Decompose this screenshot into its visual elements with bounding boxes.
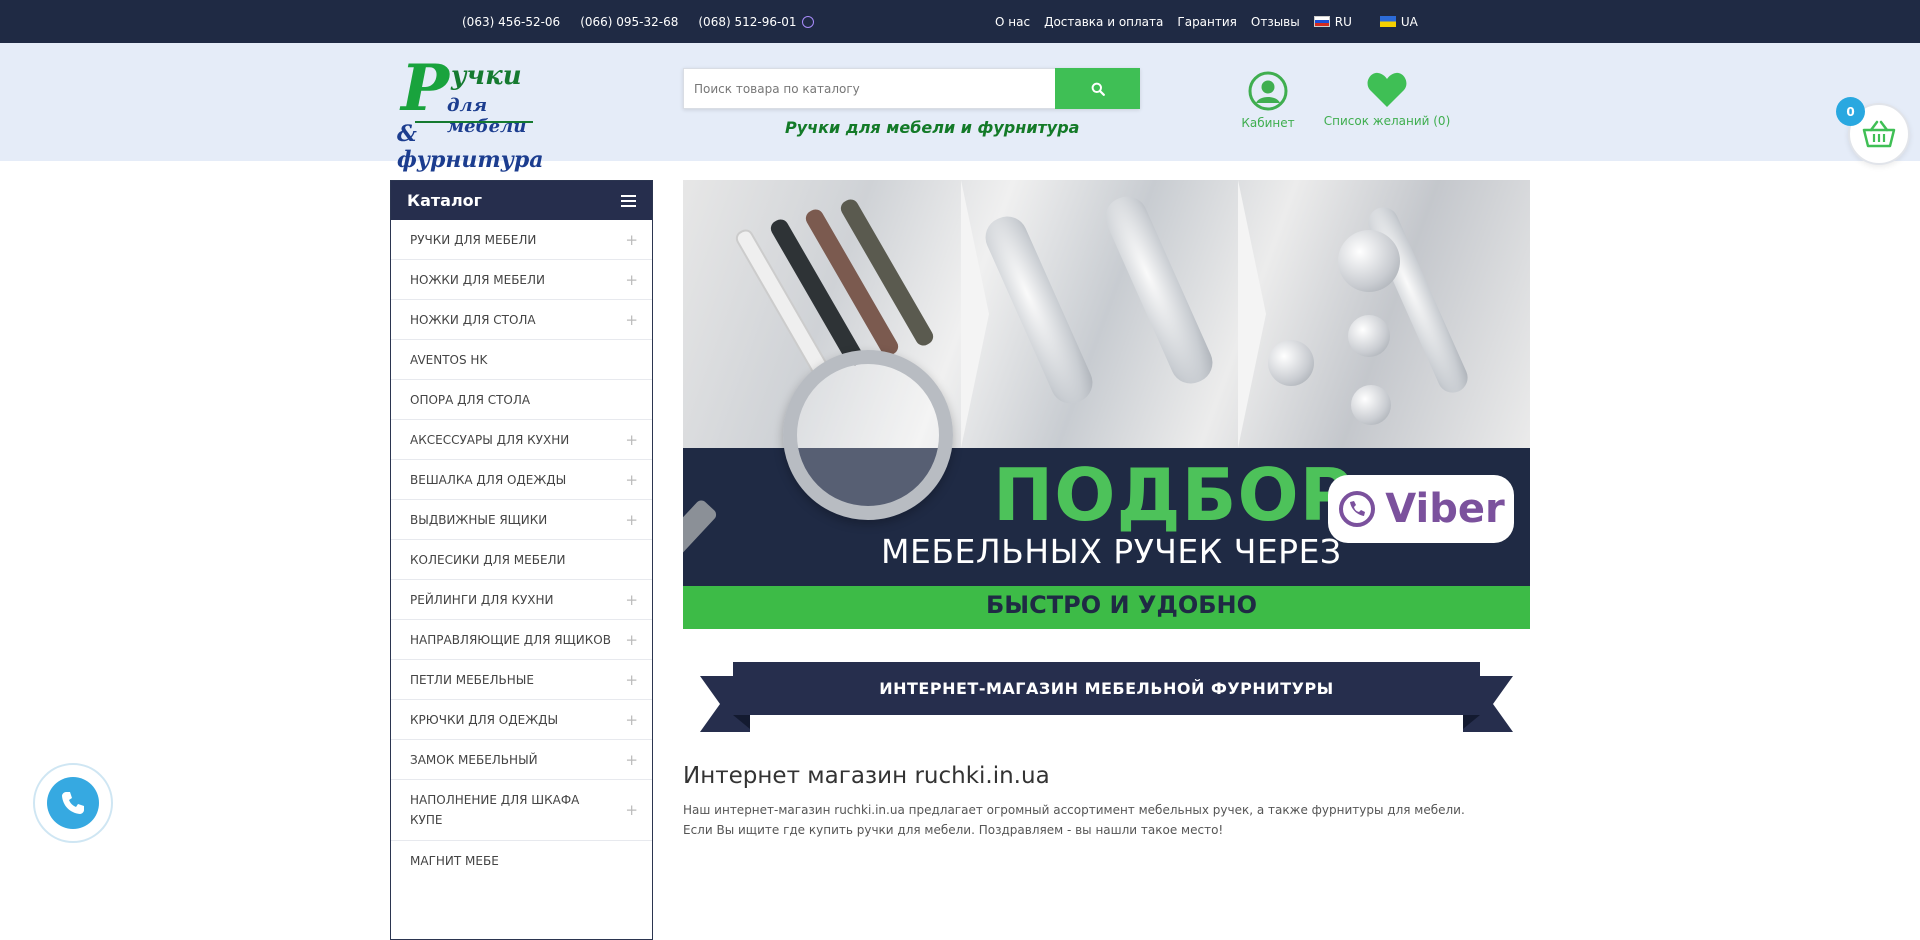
chevron-divider (1238, 180, 1266, 448)
search-form (683, 68, 1140, 109)
content-title: Интернет магазин ruchki.in.ua (683, 763, 1050, 789)
handle-image (1099, 190, 1219, 390)
menu-icon (621, 194, 636, 207)
catalog-item[interactable]: РУЧКИ ДЛЯ МЕБЕЛИ + (391, 220, 652, 260)
plus-icon[interactable]: + (625, 671, 638, 689)
nav-delivery[interactable]: Доставка и оплата (1044, 15, 1163, 29)
header: Р учки для мебели & фурнитура Ручки для … (0, 43, 1920, 174)
flag-ru-icon (1313, 16, 1330, 27)
phone-link-3[interactable]: (068) 512-96-01 (698, 15, 814, 29)
nav-reviews[interactable]: Отзывы (1251, 15, 1300, 29)
catalog-item[interactable]: ОПОРА ДЛЯ СТОЛА (391, 380, 652, 420)
search-button[interactable] (1055, 68, 1140, 109)
section-ribbon: ИНТЕРНЕТ-МАГАЗИН МЕБЕЛЬНОЙ ФУРНИТУРЫ (700, 662, 1513, 732)
lang-ua[interactable]: UA (1379, 15, 1418, 29)
plus-icon[interactable]: + (625, 801, 638, 819)
promo-banner[interactable]: ПОДБОР МЕБЕЛЬНЫХ РУЧЕК ЧЕРЕЗ БЫСТРО И УД… (683, 180, 1530, 629)
lang-ru[interactable]: RU (1313, 15, 1352, 29)
user-icon (1248, 71, 1288, 111)
plus-icon[interactable]: + (625, 471, 638, 489)
catalog-item[interactable]: АКСЕССУАРЫ ДЛЯ КУХНИ + (391, 420, 652, 460)
plus-icon[interactable]: + (625, 231, 638, 249)
content-paragraph-2: Если Вы ищите где купить ручки для мебел… (683, 823, 1224, 837)
plus-icon[interactable]: + (625, 711, 638, 729)
catalog-item[interactable]: НАПОЛНЕНИЕ ДЛЯ ШКАФА КУПЕ + (391, 780, 652, 841)
nav-about[interactable]: О нас (995, 15, 1030, 29)
catalog-item[interactable]: ПЕТЛИ МЕБЕЛЬНЫЕ + (391, 660, 652, 700)
banner-title: ПОДБОР (993, 453, 1354, 537)
cabinet-link[interactable]: Кабинет (1238, 71, 1298, 130)
plus-icon[interactable]: + (625, 751, 638, 769)
wishlist-link[interactable]: Список желаний (0) (1322, 71, 1452, 128)
ribbon-title: ИНТЕРНЕТ-МАГАЗИН МЕБЕЛЬНОЙ ФУРНИТУРЫ (733, 662, 1480, 715)
basket-icon (1862, 120, 1896, 148)
viber-badge: Viber (1328, 475, 1514, 543)
catalog-header[interactable]: Каталог (391, 181, 652, 220)
plus-icon[interactable]: + (625, 631, 638, 649)
top-bar: (063) 456-52-06 (066) 095-32-68 (068) 51… (0, 0, 1920, 43)
knob-image (1351, 385, 1391, 425)
knob-image (1268, 340, 1314, 386)
plus-icon[interactable]: + (625, 271, 638, 289)
phone-icon (62, 792, 84, 814)
ribbon-fold-right (1463, 715, 1480, 729)
phone-list: (063) 456-52-06 (066) 095-32-68 (068) 51… (462, 0, 814, 43)
catalog-item[interactable]: НАПРАВЛЯЮЩИЕ ДЛЯ ЯЩИКОВ + (391, 620, 652, 660)
heart-icon (1367, 72, 1407, 107)
flag-ua-icon (1379, 16, 1396, 27)
catalog-item[interactable]: ЗАМОК МЕБЕЛЬНЫЙ + (391, 740, 652, 780)
catalog-item[interactable]: РЕЙЛИНГИ ДЛЯ КУХНИ + (391, 580, 652, 620)
plus-icon[interactable]: + (625, 511, 638, 529)
catalog-item[interactable]: AVENTOS HK (391, 340, 652, 380)
nav-warranty[interactable]: Гарантия (1177, 15, 1237, 29)
tagline: Ручки для мебели и фурнитура (785, 118, 1080, 137)
content-paragraph-1: Наш интернет-магазин ruchki.in.ua предла… (683, 803, 1465, 817)
handle-image (979, 210, 1099, 410)
viber-icon (801, 15, 814, 28)
top-nav: О нас Доставка и оплата Гарантия Отзывы … (995, 0, 1418, 43)
catalog-item[interactable]: НОЖКИ ДЛЯ МЕБЕЛИ + (391, 260, 652, 300)
catalog-item[interactable]: ВЫДВИЖНЫЕ ЯЩИКИ + (391, 500, 652, 540)
cart-count-badge: 0 (1836, 97, 1865, 126)
chevron-divider (961, 180, 989, 448)
banner-fast: БЫСТРО И УДОБНО (986, 591, 1257, 619)
catalog-sidebar: Каталог РУЧКИ ДЛЯ МЕБЕЛИ + НОЖКИ ДЛЯ МЕБЕ… (390, 180, 653, 940)
search-input[interactable] (683, 68, 1055, 109)
search-icon (1091, 82, 1105, 96)
catalog-item[interactable]: МАГНИТ МЕБЕ (391, 841, 652, 881)
phone-link-2[interactable]: (066) 095-32-68 (580, 15, 678, 29)
plus-icon[interactable]: + (625, 431, 638, 449)
knob-image (1348, 315, 1390, 357)
catalog-item[interactable]: ВЕШАЛКА ДЛЯ ОДЕЖДЫ + (391, 460, 652, 500)
knob-image (1338, 230, 1400, 292)
catalog-item[interactable]: КРЮЧКИ ДЛЯ ОДЕЖДЫ + (391, 700, 652, 740)
phone-link-1[interactable]: (063) 456-52-06 (462, 15, 560, 29)
viber-logo-icon (1339, 491, 1376, 527)
banner-subtitle: МЕБЕЛЬНЫХ РУЧЕК ЧЕРЕЗ (881, 532, 1342, 571)
plus-icon[interactable]: + (625, 591, 638, 609)
ribbon-fold-left (733, 715, 750, 729)
plus-icon[interactable]: + (625, 311, 638, 329)
magnifier-image (783, 350, 953, 520)
catalog-item[interactable]: НОЖКИ ДЛЯ СТОЛА + (391, 300, 652, 340)
callback-button[interactable] (33, 763, 113, 843)
catalog-item[interactable]: КОЛЕСИКИ ДЛЯ МЕБЕЛИ (391, 540, 652, 580)
site-logo[interactable]: Р учки для мебели & фурнитура (395, 55, 544, 174)
